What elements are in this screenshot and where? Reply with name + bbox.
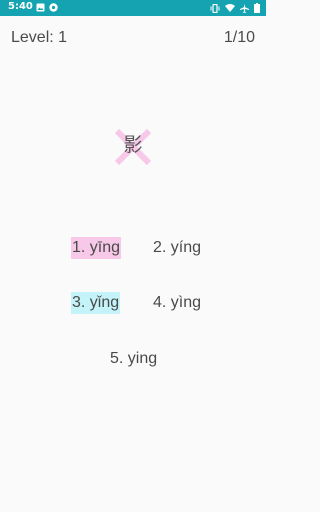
status-bar: 5:40 bbox=[0, 0, 266, 16]
question-character-area: 影 bbox=[113, 127, 153, 167]
answer-option-4[interactable]: 4. yìng bbox=[152, 292, 202, 314]
answer-option-3[interactable]: 3. yǐng bbox=[71, 292, 121, 314]
vibrate-icon bbox=[210, 3, 220, 13]
status-icons-right bbox=[210, 3, 260, 13]
notification-icon bbox=[49, 3, 58, 12]
answer-option-2[interactable]: 2. yíng bbox=[152, 237, 202, 259]
status-time: 5:40 bbox=[8, 1, 33, 12]
answer-option-1[interactable]: 1. yīng bbox=[71, 237, 122, 259]
status-icons-left bbox=[36, 3, 58, 12]
wifi-icon bbox=[225, 4, 235, 12]
question-progress: 1/10 bbox=[223, 29, 255, 46]
answer-option-5[interactable]: 5. ying bbox=[109, 348, 158, 370]
question-character: 影 bbox=[123, 134, 143, 156]
image-icon bbox=[36, 3, 45, 12]
battery-icon bbox=[254, 3, 260, 13]
level-label: Level: 1 bbox=[11, 29, 68, 46]
airplane-icon bbox=[240, 3, 249, 13]
